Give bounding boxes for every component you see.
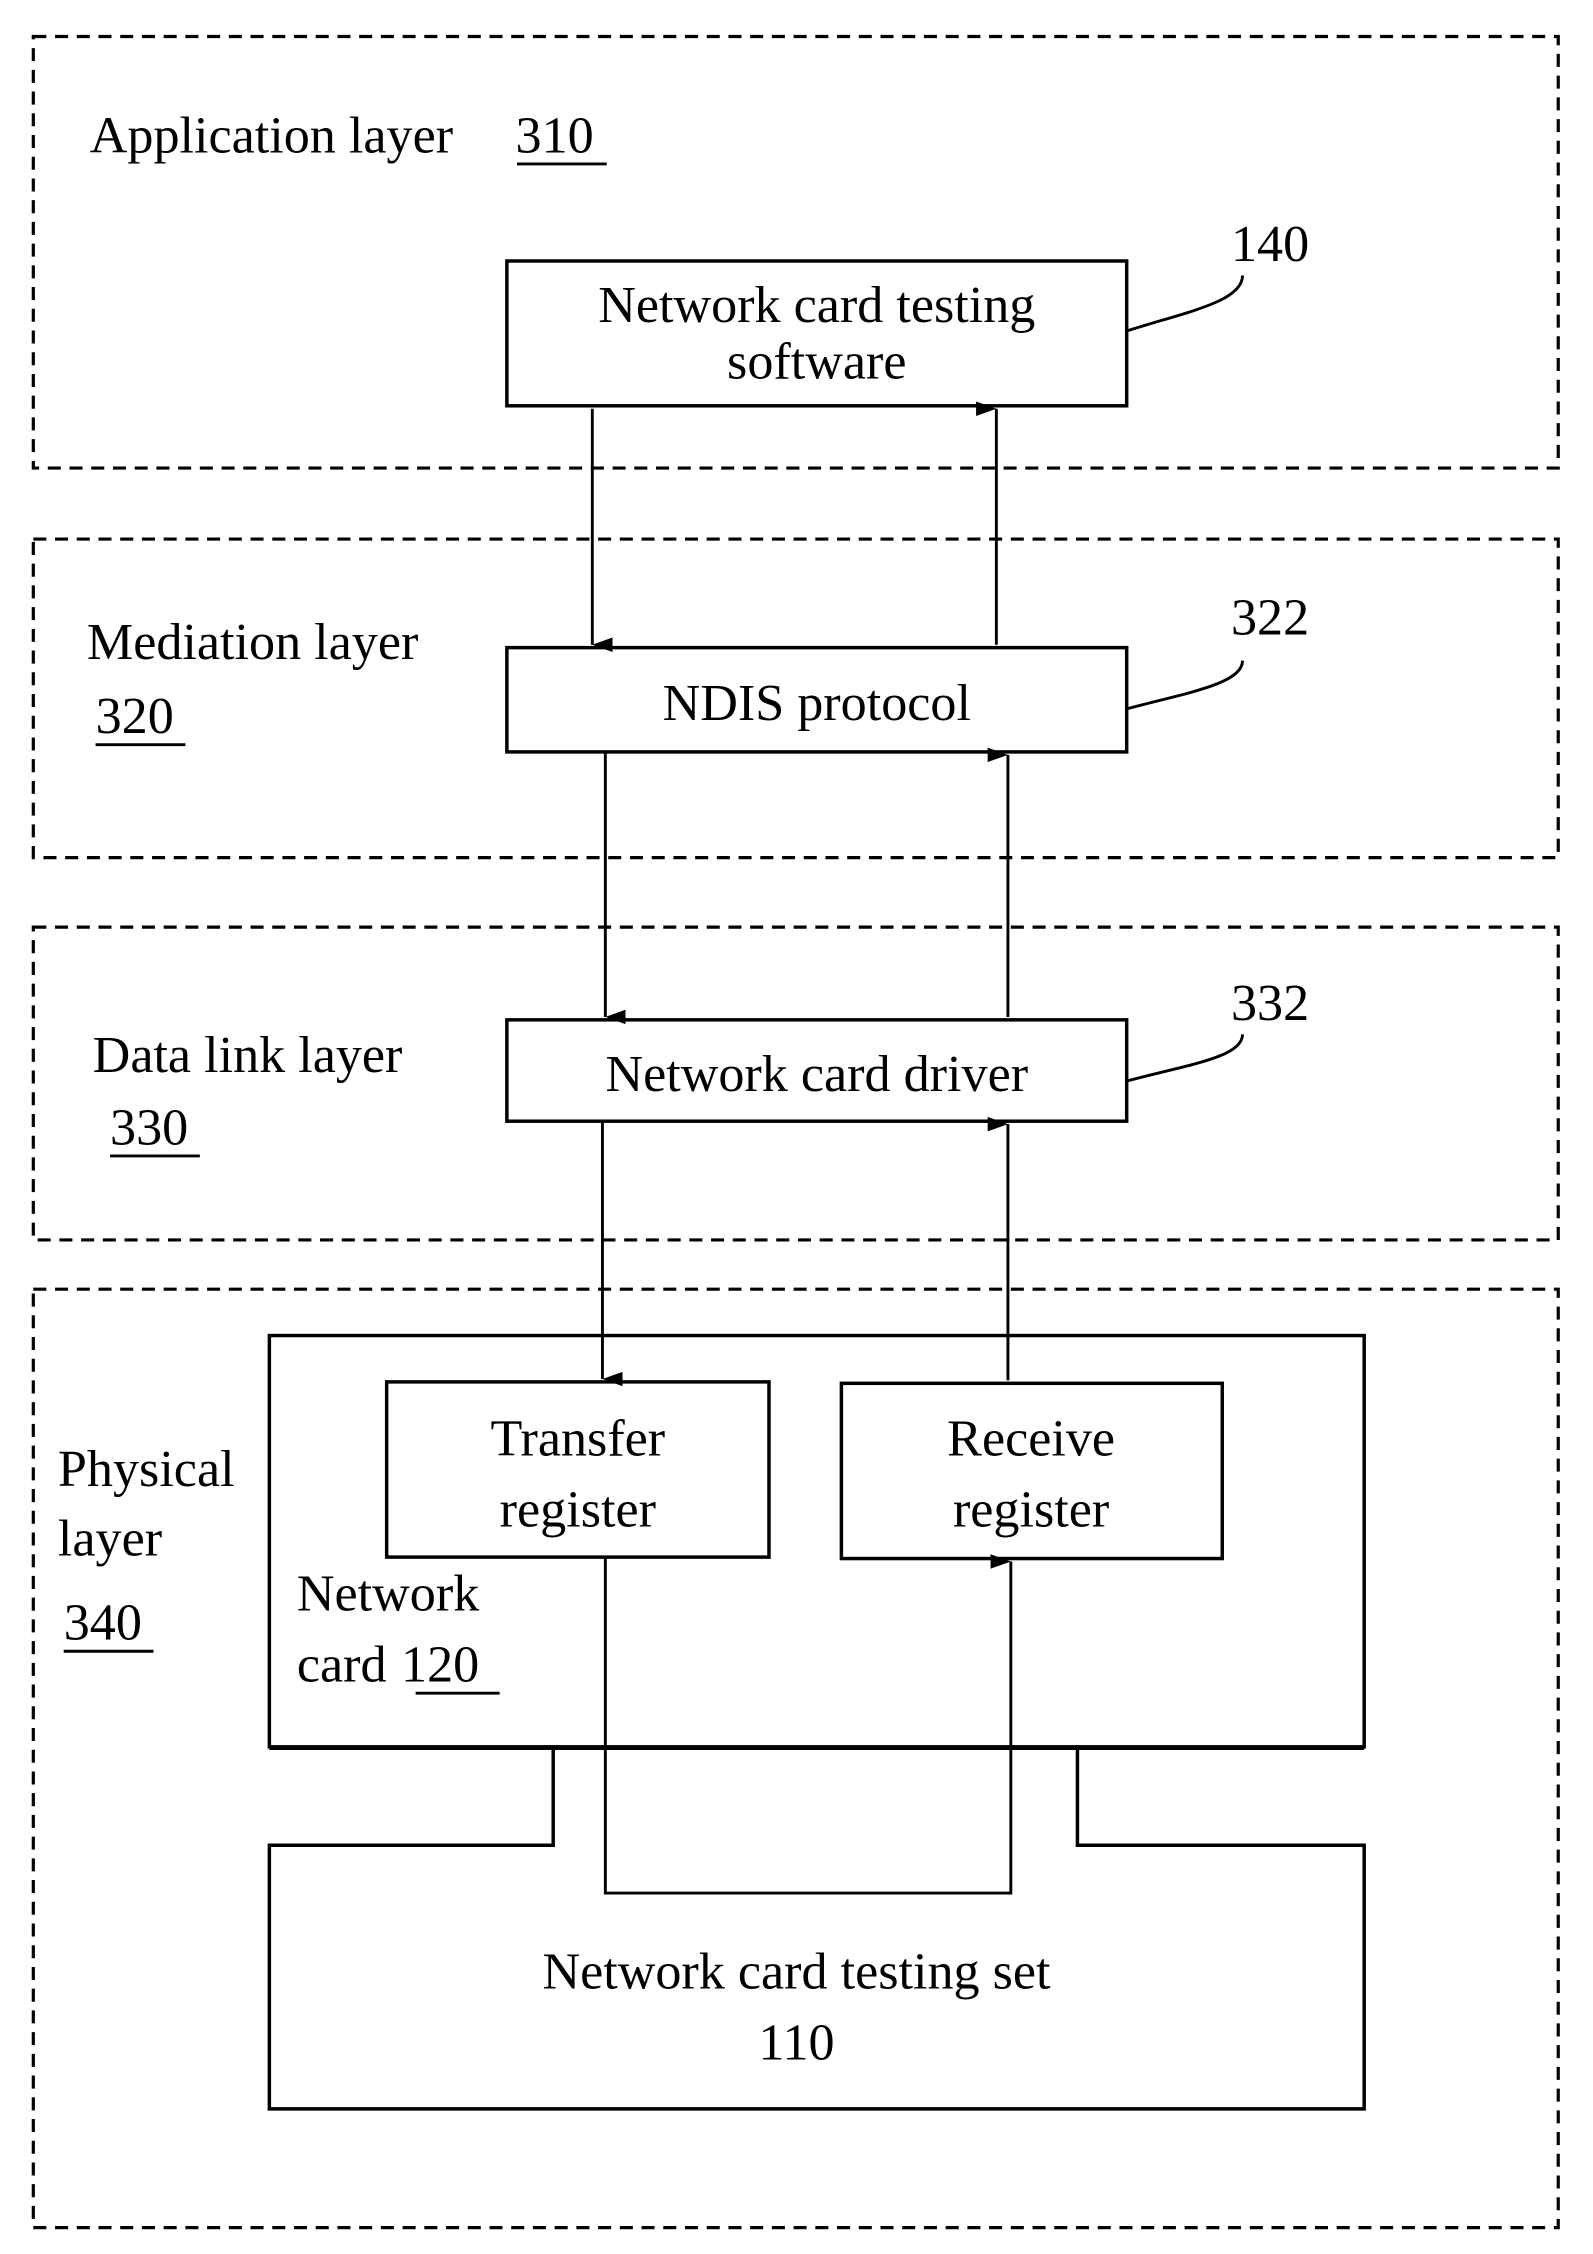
mediation-layer-ref: 320 xyxy=(96,688,174,745)
testing-set-label-1: Network card testing set xyxy=(542,1944,1051,2001)
leader-line xyxy=(1127,1034,1244,1083)
mediation-layer-label: Mediation layer xyxy=(87,614,418,671)
application-layer-label: Application layer xyxy=(90,107,453,164)
receive-register-label-1: Receive xyxy=(947,1411,1115,1468)
ndis-protocol-ref: 322 xyxy=(1231,590,1309,647)
testing-software-label-1: Network card testing xyxy=(598,277,1035,334)
physical-layer-label-1: Physical xyxy=(58,1441,235,1498)
testing-software-ref: 140 xyxy=(1231,216,1309,273)
network-card-label-1: Network xyxy=(297,1566,480,1623)
transfer-register-label-2: register xyxy=(500,1482,656,1539)
application-layer-ref: 310 xyxy=(516,107,594,164)
physical-layer-label-2: layer xyxy=(58,1511,162,1568)
network-card-driver-label: Network card driver xyxy=(605,1046,1028,1103)
transfer-register-label-1: Transfer xyxy=(490,1411,665,1468)
testing-software-label-2: software xyxy=(727,333,906,390)
receive-register-label-2: register xyxy=(953,1482,1109,1539)
ndis-protocol-label: NDIS protocol xyxy=(663,675,971,732)
testing-set-label-2: 110 xyxy=(758,2015,834,2072)
leader-line xyxy=(1127,660,1244,710)
leader-line xyxy=(1127,275,1244,332)
datalink-layer-label: Data link layer xyxy=(93,1027,403,1084)
network-card-test-diagram: Application layer 310 Mediation layer 32… xyxy=(31,34,1560,2230)
datalink-layer-ref: 330 xyxy=(110,1099,188,1156)
network-card-driver-ref: 332 xyxy=(1231,975,1309,1032)
physical-layer-ref: 340 xyxy=(64,1595,142,1652)
